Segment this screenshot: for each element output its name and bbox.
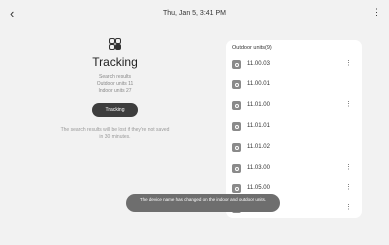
- unit-row[interactable]: 11.03.00 ⋮: [232, 161, 358, 178]
- outdoor-units-count: Outdoor units 11: [96, 81, 134, 87]
- top-bar: ‹ Thu, Jan 5, 3:41 PM ⋮: [0, 0, 389, 28]
- unit-name: 11.03.00: [247, 165, 270, 171]
- unit-name: 11.00.03: [247, 61, 270, 67]
- toast-notification: The device name has changed on the indoo…: [126, 194, 280, 212]
- tracking-title: Tracking: [92, 55, 138, 69]
- row-menu-icon[interactable]: ⋮: [345, 183, 352, 191]
- outdoor-unit-icon: [232, 60, 241, 69]
- tracking-summary: Tracking Search results Outdoor units 11…: [60, 38, 170, 141]
- row-menu-icon[interactable]: ⋮: [345, 163, 352, 171]
- unit-row[interactable]: 11.00.01: [232, 77, 358, 94]
- more-options-icon[interactable]: ⋮: [372, 8, 381, 17]
- panel-title: Outdoor units(9): [232, 45, 272, 51]
- tracking-icon: [109, 38, 121, 50]
- unit-name: 11.01.00: [247, 102, 270, 108]
- outdoor-unit-icon: [232, 164, 241, 173]
- unit-row[interactable]: 11.01.00 ⋮: [232, 98, 358, 115]
- page-title: Thu, Jan 5, 3:41 PM: [162, 10, 227, 17]
- unit-row[interactable]: 11.01.01: [232, 119, 358, 136]
- unit-name: 11.00.01: [247, 81, 270, 87]
- tracking-button[interactable]: Tracking: [92, 103, 138, 117]
- save-warning-text: The search results will be lost if they'…: [60, 127, 170, 140]
- row-menu-icon[interactable]: ⋮: [345, 59, 352, 67]
- unit-name: 11.05.00: [247, 185, 270, 191]
- row-menu-icon[interactable]: ⋮: [345, 100, 352, 108]
- unit-name: 11.01.01: [247, 123, 270, 129]
- row-menu-icon[interactable]: ⋮: [345, 203, 352, 211]
- search-results: Search results Outdoor units 11 Indoor u…: [60, 74, 170, 95]
- outdoor-unit-icon: [232, 184, 241, 193]
- search-results-heading: Search results: [99, 74, 131, 80]
- unit-name: 11.01.02: [247, 144, 270, 150]
- outdoor-unit-icon: [232, 101, 241, 110]
- indoor-units-count: Indoor units 27: [98, 88, 132, 94]
- outdoor-units-panel: Outdoor units(9) 11.00.03 ⋮ 11.00.01 11.…: [226, 40, 362, 218]
- outdoor-unit-icon: [232, 122, 241, 131]
- outdoor-unit-icon: [232, 143, 241, 152]
- outdoor-unit-icon: [232, 80, 241, 89]
- unit-row[interactable]: 11.00.03 ⋮: [232, 57, 358, 74]
- unit-row[interactable]: 11.01.02: [232, 140, 358, 157]
